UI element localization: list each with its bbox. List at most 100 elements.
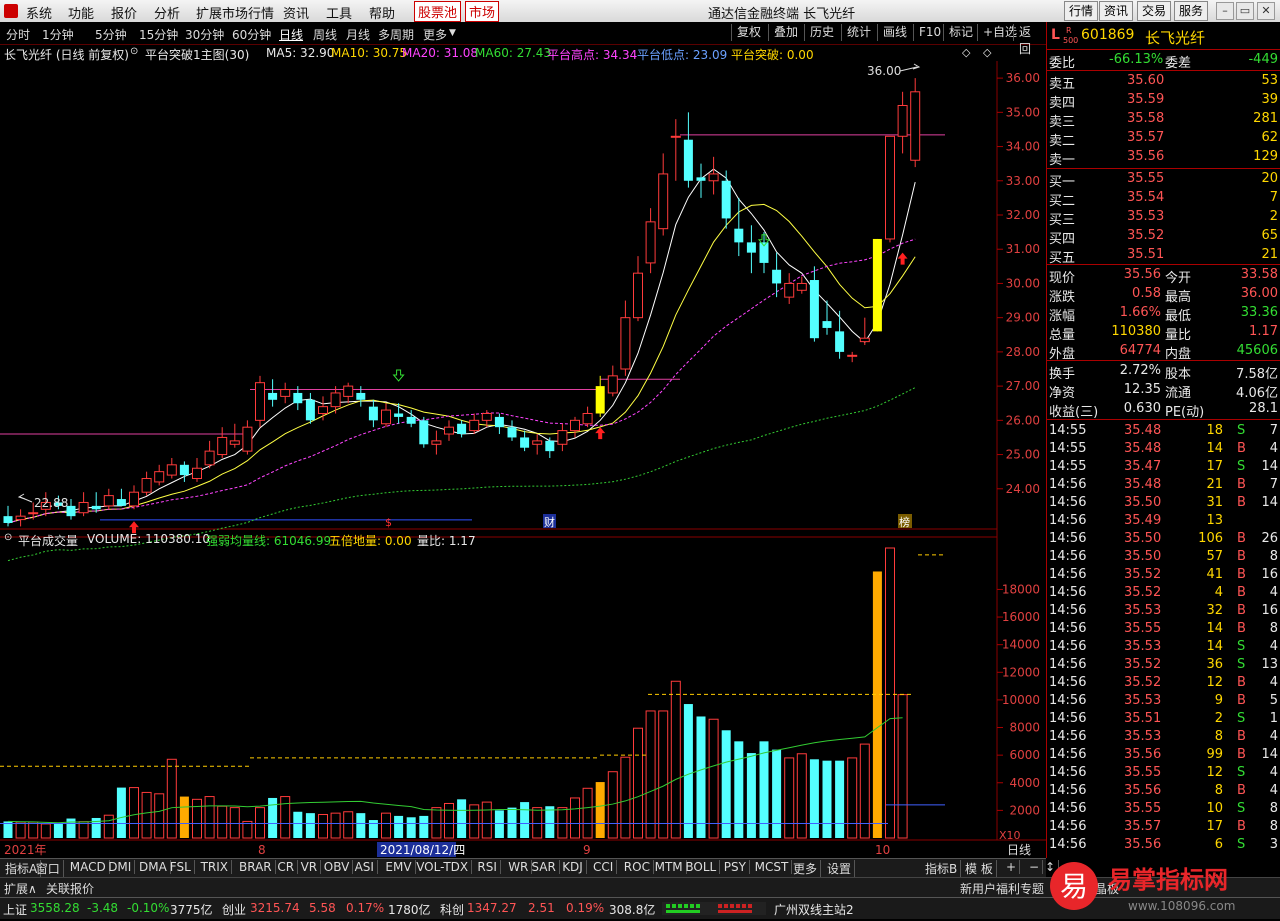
chevron-down-icon-2[interactable]: ⊙ <box>4 532 12 543</box>
chevron-down-icon[interactable]: ⊙ <box>130 46 138 57</box>
tick-price: 35.50 <box>1124 549 1162 564</box>
stock-pool-button[interactable]: 股票池 <box>414 1 462 22</box>
tick-row: 14:56 35.50 57 B 8 <box>1047 548 1280 566</box>
kline-chart[interactable]: 36.00 35.00 34.00 33.00 32.00 31.00 30.00 29.00… <box>0 61 1046 858</box>
period-tab-5min[interactable]: 5分钟 <box>95 26 127 43</box>
indicator-tab[interactable]: ASI <box>352 860 378 874</box>
sell-level-row[interactable]: 卖三 35.58 281 <box>1047 110 1280 130</box>
buy-level-row[interactable]: 买一 35.55 20 <box>1047 170 1280 190</box>
back-button[interactable]: 返回 <box>1013 24 1046 56</box>
volume-axis-label: 16000 <box>1002 610 1040 624</box>
menu-tools[interactable]: 工具 <box>326 3 352 22</box>
period-tab-more[interactable]: 更多 <box>423 26 447 43</box>
indicator-tab[interactable]: BOLL <box>682 860 721 874</box>
period-tab-30min[interactable]: 30分钟 <box>185 26 224 43</box>
indicator-tab[interactable]: CCI <box>590 860 618 874</box>
tick-price: 35.48 <box>1124 423 1162 438</box>
menu-analysis[interactable]: 分析 <box>154 3 180 22</box>
f10-button[interactable]: F10 <box>913 24 946 41</box>
menu-news[interactable]: 资讯 <box>283 3 309 22</box>
mark-button[interactable]: 标记 <box>943 24 978 41</box>
sell-level-volume: 281 <box>1253 111 1278 126</box>
indicator-tab[interactable]: DMI <box>105 860 136 874</box>
indicator-tab[interactable]: TRIX <box>198 860 233 874</box>
period-tab-1min[interactable]: 1分钟 <box>42 26 74 43</box>
indicator-tab[interactable]: BRAR <box>236 860 276 874</box>
maximize-icon[interactable]: ▭ <box>1236 2 1254 20</box>
indicator-tab[interactable]: MACD <box>67 860 110 874</box>
period-tab-15min[interactable]: 15分钟 <box>139 26 178 43</box>
server-name[interactable]: 广州双线主站2 <box>774 901 854 918</box>
sell-level-row[interactable]: 卖二 35.57 62 <box>1047 129 1280 149</box>
indicator-tab[interactable]: 设置 <box>824 860 856 877</box>
sell-level-row[interactable]: 卖一 35.56 129 <box>1047 148 1280 168</box>
buy-level-row[interactable]: 买五 35.51 21 <box>1047 246 1280 266</box>
draw-button[interactable]: 画线 <box>877 24 912 41</box>
indicator-tab[interactable]: FSL <box>167 860 195 874</box>
indicator-tab[interactable]: CR <box>274 860 299 874</box>
indicator-tab[interactable]: ROC <box>621 860 654 874</box>
tick-side: B <box>1237 441 1246 456</box>
period-tab-timeline[interactable]: 分时 <box>6 26 30 43</box>
period-tab-multi[interactable]: 多周期 <box>378 26 414 43</box>
indicator-tab[interactable]: 窗口 <box>33 860 64 877</box>
menu-system[interactable]: 系统 <box>26 3 52 22</box>
buy-level-row[interactable]: 买三 35.53 2 <box>1047 208 1280 228</box>
period-tab-60min[interactable]: 60分钟 <box>232 26 271 43</box>
indicator-b-control[interactable]: 指标B <box>922 860 962 877</box>
indicator-b-control[interactable]: + <box>1003 860 1021 874</box>
indicator-tab[interactable]: DMA <box>136 860 171 874</box>
buy-level-row[interactable]: 买二 35.54 7 <box>1047 189 1280 209</box>
indicator-tab[interactable]: SAR <box>528 860 560 874</box>
sell-level-row[interactable]: 卖四 35.59 39 <box>1047 91 1280 111</box>
volume-bar-down <box>457 799 467 838</box>
expand-button[interactable]: 扩展∧ <box>4 880 37 897</box>
candle-body-up <box>242 426 253 452</box>
indicator-b-control[interactable]: − <box>1026 860 1044 874</box>
candle-body-down <box>305 399 315 421</box>
menu-help[interactable]: 帮助 <box>369 3 395 22</box>
volume-indicator-name[interactable]: 平台成交量 <box>18 532 78 549</box>
more-chevron-icon[interactable]: ▼ <box>449 28 456 38</box>
minimize-icon[interactable]: – <box>1216 2 1234 20</box>
kc-index-label[interactable]: 科创 <box>440 901 464 918</box>
indicator-tab[interactable]: EMV <box>382 860 416 874</box>
tick-time: 14:56 <box>1049 819 1087 834</box>
overlay-button[interactable]: 叠加 <box>768 24 803 41</box>
indicator-tab[interactable]: VR <box>298 860 322 874</box>
indicator-tab[interactable]: VOL-TDX <box>413 860 473 874</box>
indicator-tab[interactable]: MTM <box>652 860 687 874</box>
diamond-icon-2[interactable]: ◇ <box>983 46 991 59</box>
menu-quote[interactable]: 报价 <box>111 3 137 22</box>
sell-level-row[interactable]: 卖五 35.60 53 <box>1047 72 1280 92</box>
indicator-b-control[interactable]: 模 板 <box>962 860 997 877</box>
new-user-link[interactable]: 新用户福利专题 <box>960 880 1044 897</box>
diamond-icon[interactable]: ◇ <box>962 46 970 59</box>
related-quote-button[interactable]: 关联报价 <box>46 880 94 897</box>
close-icon[interactable]: ✕ <box>1257 2 1275 20</box>
indicator-tab[interactable]: 更多 <box>790 860 822 877</box>
indicator-tab[interactable]: PSY <box>721 860 750 874</box>
top-quote-button[interactable]: 行情 <box>1064 1 1099 21</box>
indicator-tab[interactable]: OBV <box>321 860 354 874</box>
period-tab-daily[interactable]: 日线 <box>279 26 303 43</box>
cy-index-label[interactable]: 创业 <box>222 901 246 918</box>
indicator-tab[interactable]: MCST <box>752 860 793 874</box>
stats-button[interactable]: 统计 <box>841 24 876 41</box>
candle-body-down <box>356 392 366 400</box>
buy-level-row[interactable]: 买四 35.52 65 <box>1047 227 1280 247</box>
top-news-button[interactable]: 资讯 <box>1099 1 1134 21</box>
indicator-tab[interactable]: RSI <box>474 860 501 874</box>
indicator-tab[interactable]: KDJ <box>559 860 587 874</box>
adjust-button[interactable]: 复权 <box>731 24 766 41</box>
market-button[interactable]: 市场 <box>465 1 500 22</box>
period-tab-monthly[interactable]: 月线 <box>346 26 370 43</box>
top-service-button[interactable]: 服务 <box>1174 1 1209 21</box>
period-tab-weekly[interactable]: 周线 <box>313 26 337 43</box>
menu-function[interactable]: 功能 <box>68 3 94 22</box>
tick-volume: 12 <box>1206 675 1223 690</box>
menu-extended-market[interactable]: 扩展市场行情 <box>196 3 274 22</box>
history-button[interactable]: 历史 <box>804 24 839 41</box>
sh-index-label[interactable]: 上证 <box>3 901 27 918</box>
top-trade-button[interactable]: 交易 <box>1137 1 1172 21</box>
